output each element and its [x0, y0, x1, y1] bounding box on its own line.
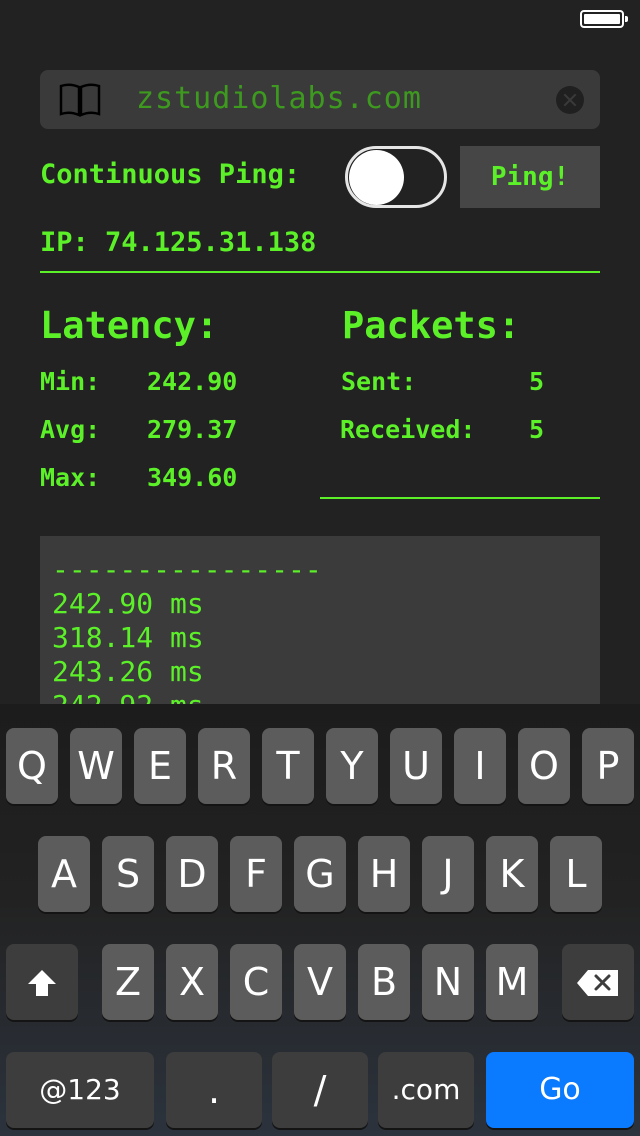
- numbers-key[interactable]: @123: [6, 1052, 154, 1128]
- key-u[interactable]: U: [390, 728, 442, 804]
- packets-title: Packets:: [342, 304, 521, 347]
- key-o[interactable]: O: [518, 728, 570, 804]
- key-e[interactable]: E: [134, 728, 186, 804]
- key-r[interactable]: R: [198, 728, 250, 804]
- latency-max-label: Max:: [40, 463, 101, 492]
- key-x[interactable]: X: [166, 944, 218, 1020]
- toggle-knob: [349, 150, 404, 205]
- log-separator: ----------------: [52, 553, 322, 586]
- key-p[interactable]: P: [582, 728, 634, 804]
- packets-sent-value: 5: [529, 367, 545, 396]
- backspace-icon: [577, 970, 618, 996]
- key-b[interactable]: B: [358, 944, 410, 1020]
- ping-button[interactable]: Ping!: [460, 146, 600, 208]
- latency-min-label: Min:: [40, 367, 101, 396]
- ping-log[interactable]: ---------------- 242.90 ms 318.14 ms 243…: [40, 536, 600, 704]
- status-bar: [0, 0, 640, 40]
- log-line: 242.90 ms: [52, 587, 204, 620]
- divider: [320, 497, 600, 499]
- key-a[interactable]: A: [38, 836, 90, 912]
- clear-icon[interactable]: [556, 86, 584, 114]
- key-z[interactable]: Z: [102, 944, 154, 1020]
- key-w[interactable]: W: [70, 728, 122, 804]
- delete-key[interactable]: [562, 944, 634, 1020]
- key-c[interactable]: C: [230, 944, 282, 1020]
- url-bar[interactable]: zstudiolabs.com: [40, 70, 600, 129]
- key-g[interactable]: G: [294, 836, 346, 912]
- key-y[interactable]: Y: [326, 728, 378, 804]
- shift-icon: [28, 970, 56, 996]
- key-h[interactable]: H: [358, 836, 410, 912]
- log-line: 318.14 ms: [52, 621, 204, 654]
- log-line: 242.92 ms: [52, 689, 204, 704]
- divider: [40, 271, 600, 273]
- ip-address: IP: 74.125.31.138: [40, 227, 317, 258]
- key-j[interactable]: J: [422, 836, 474, 912]
- key-s[interactable]: S: [102, 836, 154, 912]
- battery-icon: [580, 10, 628, 28]
- key-f[interactable]: F: [230, 836, 282, 912]
- bookmarks-icon[interactable]: [58, 82, 102, 118]
- latency-title: Latency:: [40, 304, 219, 347]
- go-key[interactable]: Go: [486, 1052, 634, 1128]
- key-k[interactable]: K: [486, 836, 538, 912]
- continuous-ping-toggle[interactable]: [345, 146, 447, 208]
- shift-key[interactable]: [6, 944, 78, 1020]
- period-key[interactable]: .: [166, 1052, 262, 1128]
- key-t[interactable]: T: [262, 728, 314, 804]
- latency-max-value: 349.60: [147, 463, 238, 492]
- key-d[interactable]: D: [166, 836, 218, 912]
- log-line: 243.26 ms: [52, 655, 204, 688]
- packets-received-value: 5: [529, 415, 545, 444]
- key-q[interactable]: Q: [6, 728, 58, 804]
- latency-avg-value: 279.37: [147, 415, 238, 444]
- continuous-ping-label: Continuous Ping:: [40, 159, 301, 190]
- latency-avg-label: Avg:: [40, 415, 101, 444]
- key-v[interactable]: V: [294, 944, 346, 1020]
- key-i[interactable]: I: [454, 728, 506, 804]
- key-m[interactable]: M: [486, 944, 538, 1020]
- latency-min-value: 242.90: [147, 367, 238, 396]
- keyboard: Q W E R T Y U I O P A S D F G H J K L Z …: [0, 704, 640, 1136]
- url-text[interactable]: zstudiolabs.com: [136, 80, 422, 118]
- key-l[interactable]: L: [550, 836, 602, 912]
- key-n[interactable]: N: [422, 944, 474, 1020]
- dotcom-key[interactable]: .com: [378, 1052, 474, 1128]
- slash-key[interactable]: /: [272, 1052, 368, 1128]
- packets-received-label: Received:: [340, 415, 476, 444]
- packets-sent-label: Sent:: [341, 367, 417, 396]
